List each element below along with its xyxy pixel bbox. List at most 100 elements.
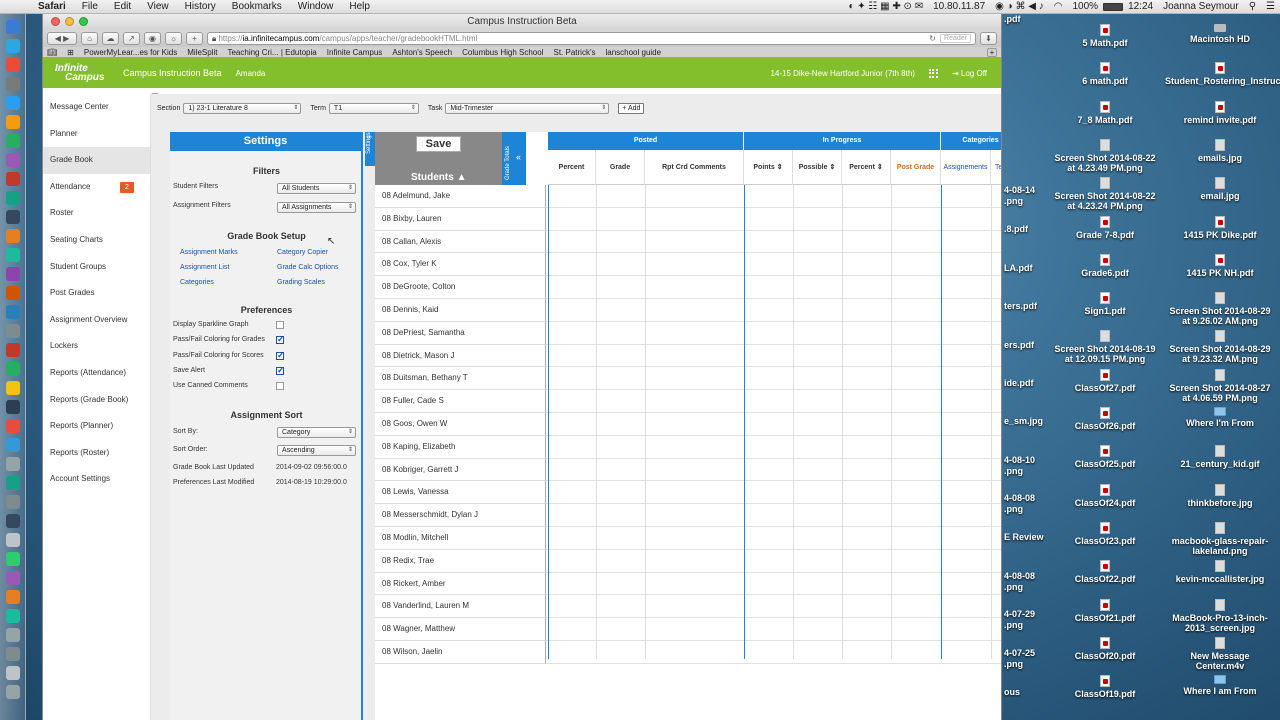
desktop-file-partial[interactable]: .png: [1004, 659, 1044, 669]
dock-app-icon[interactable]: [6, 571, 20, 585]
dock-app-icon[interactable]: [6, 77, 20, 91]
desktop-file-partial[interactable]: 4-08-14: [1004, 185, 1044, 195]
dock-app-icon[interactable]: [6, 438, 20, 452]
desktop-file-partial[interactable]: E Review: [1004, 532, 1044, 542]
student-row[interactable]: 08 Kaping, Elizabeth: [375, 435, 546, 459]
desktop-file[interactable]: Where I'm From: [1165, 407, 1275, 428]
dock-app-icon[interactable]: [6, 419, 20, 433]
student-row[interactable]: 08 DeGroote, Colton: [375, 276, 546, 299]
task-select[interactable]: Mid-Trimester: [445, 102, 610, 114]
nav-item-post-grades[interactable]: Post Grades: [43, 280, 150, 307]
school-selector[interactable]: 14-15 Dike-New Hartford Junior (7th 8th): [770, 69, 915, 78]
dock-app-icon[interactable]: [6, 248, 20, 262]
menu-help[interactable]: Help: [341, 1, 378, 12]
battery-icon[interactable]: [1103, 2, 1124, 11]
user-name[interactable]: Joanna Seymour: [1158, 1, 1244, 12]
student-row[interactable]: 08 Cox, Tyler K: [375, 253, 546, 277]
desktop-file-partial[interactable]: ide.pdf: [1004, 378, 1044, 388]
students-sort-header[interactable]: Students ▲: [411, 172, 466, 183]
bookmark-item[interactable]: Teaching Cri... | Edutopia: [227, 48, 316, 57]
desktop-file[interactable]: New Message Center.m4v: [1165, 636, 1275, 671]
grade-totals-tab[interactable]: Grade Totals «: [502, 132, 526, 185]
desktop-file[interactable]: ClassOf26.pdf: [1050, 407, 1160, 431]
menu-edit[interactable]: Edit: [106, 1, 139, 12]
extension-icon[interactable]: ☼: [165, 32, 182, 45]
menu-window[interactable]: Window: [290, 1, 342, 12]
address-bar[interactable]: 🔒︎ https:// ia.infinitecampus.com /campu…: [207, 32, 976, 45]
nav-item-planner[interactable]: Planner: [43, 121, 150, 148]
assignment-list-link[interactable]: Assignment List: [180, 264, 229, 271]
desktop-file[interactable]: ClassOf24.pdf: [1050, 483, 1160, 508]
nav-item-reports-roster[interactable]: Reports (Roster): [43, 440, 150, 467]
dock-app-icon[interactable]: [6, 58, 20, 72]
student-row[interactable]: 08 Messerschmidt, Dylan J: [375, 504, 546, 527]
student-row[interactable]: 08 Kobriger, Garrett J: [375, 458, 546, 482]
desktop-file[interactable]: Screen Shot 2014-08-29 at 9.23.32 AM.png: [1165, 330, 1275, 364]
menu-history[interactable]: History: [177, 1, 224, 12]
desktop-file-partial[interactable]: 4-07-25: [1004, 648, 1044, 658]
icloud-icon[interactable]: ☁: [102, 32, 119, 45]
desktop-file[interactable]: Screen Shot 2014-08-27 at 4.06.59 PM.png: [1165, 368, 1275, 403]
desktop-file[interactable]: 5 Math.pdf: [1050, 24, 1160, 48]
student-row[interactable]: 08 Adelmund, Jake: [375, 185, 546, 208]
student-filters-select[interactable]: All Students: [277, 183, 356, 194]
desktop-file[interactable]: Grade6.pdf: [1050, 253, 1160, 278]
nav-item-reports-attendance[interactable]: Reports (Attendance): [43, 360, 150, 387]
dock-app-icon[interactable]: [6, 286, 20, 300]
wifi-icon[interactable]: ◠: [1049, 1, 1068, 12]
dock-app-icon[interactable]: [6, 343, 20, 357]
header-user[interactable]: Amanda: [236, 69, 266, 78]
dock-app-icon[interactable]: [6, 381, 20, 395]
desktop-file[interactable]: Grade 7-8.pdf: [1050, 215, 1160, 240]
student-row[interactable]: 08 Rickert, Amber: [375, 572, 546, 596]
desktop-file[interactable]: ClassOf23.pdf: [1050, 521, 1160, 546]
settings-collapse-tab[interactable]: « Settings: [365, 132, 375, 166]
desktop-file[interactable]: emails.jpg: [1165, 138, 1275, 163]
desktop-file[interactable]: Screen Shot 2014-08-19 at 12.09.15 PM.pn…: [1050, 330, 1160, 364]
desktop-file[interactable]: 7_8 Math.pdf: [1050, 100, 1160, 125]
desktop-file-partial[interactable]: ers.pdf: [1004, 340, 1044, 350]
nav-item-attendance[interactable]: Attendance 2: [43, 174, 150, 201]
dock-app-icon[interactable]: [6, 590, 20, 604]
grading-scales-link[interactable]: Grading Scales: [277, 279, 325, 286]
category-copier-link[interactable]: Category Copier: [277, 249, 328, 256]
menu-file[interactable]: File: [74, 1, 106, 12]
dock-app-icon[interactable]: [6, 552, 20, 566]
student-row[interactable]: 08 Duitsman, Bethany T: [375, 367, 546, 391]
desktop-file[interactable]: ClassOf20.pdf: [1050, 636, 1160, 661]
zoom-window-button[interactable]: [79, 17, 88, 26]
bookmark-item[interactable]: lanschool guide: [605, 48, 661, 57]
app-switcher-icon[interactable]: [928, 68, 938, 78]
dock-app-icon[interactable]: [6, 229, 20, 243]
share-icon[interactable]: ↗: [123, 32, 140, 45]
dock-app-icon[interactable]: [6, 628, 20, 642]
desktop-file[interactable]: Where I am From: [1165, 675, 1275, 696]
dock-app-icon[interactable]: [6, 685, 20, 699]
student-row[interactable]: 08 Fuller, Cade S: [375, 390, 546, 413]
nav-item-message-center[interactable]: Message Center: [43, 94, 150, 121]
menu-app-name[interactable]: Safari: [30, 1, 74, 12]
preference-checkbox[interactable]: [276, 334, 285, 345]
preference-checkbox[interactable]: [276, 365, 285, 376]
student-row[interactable]: 08 Wagner, Matthew: [375, 618, 546, 641]
desktop-file[interactable]: 1415 PK Dike.pdf: [1165, 215, 1275, 240]
desktop-file[interactable]: email.jpg: [1165, 177, 1275, 201]
desktop-file-partial[interactable]: 4-08-10: [1004, 455, 1044, 465]
nav-item-assignment-overview[interactable]: Assignment Overview: [43, 307, 150, 334]
dock-app-icon[interactable]: [6, 609, 20, 623]
col-posted-percent[interactable]: Percent: [548, 150, 596, 185]
student-row[interactable]: 08 Goos, Owen W: [375, 413, 546, 436]
bookmark-item[interactable]: Ashton's Speech: [392, 48, 452, 57]
term-select[interactable]: T1: [328, 102, 419, 114]
top-sites-icon[interactable]: ⊞: [67, 48, 74, 57]
desktop-file[interactable]: MacBook-Pro-13-inch-2013_screen.jpg: [1165, 598, 1275, 633]
desktop-file[interactable]: macbook-glass-repair-lakeland.png: [1165, 521, 1275, 556]
dock-app-icon[interactable]: [6, 210, 20, 224]
col-assignments[interactable]: Assignements: [941, 150, 991, 185]
dock-app-icon[interactable]: [6, 134, 20, 148]
student-row[interactable]: 08 Callan, Alexis: [375, 230, 546, 254]
desktop-file-partial[interactable]: ous: [1004, 687, 1044, 697]
assignment-filters-select[interactable]: All Assignments: [277, 202, 356, 213]
dock-app-icon[interactable]: [6, 267, 20, 281]
student-row[interactable]: 08 Dennis, Kaid: [375, 299, 546, 322]
